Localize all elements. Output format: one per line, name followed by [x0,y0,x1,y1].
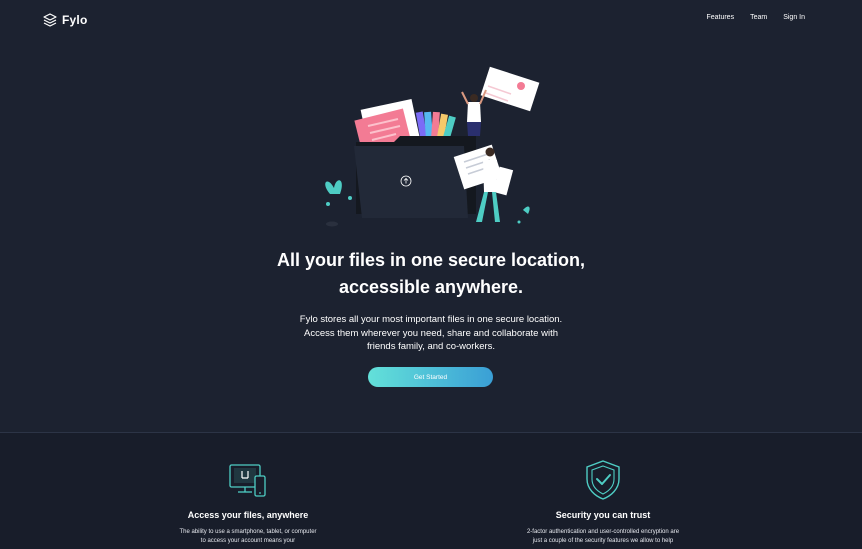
shield-check-icon [586,460,620,500]
hero-description-line-3: friends family, and co-workers. [366,341,496,352]
nav-link-features[interactable]: Features [706,14,734,21]
hero-title-line-2: accessible anywhere. [338,277,524,297]
hero-description: Fylo stores all your most important file… [281,313,581,354]
logo-text: Fylo [62,13,88,27]
logo[interactable]: Fylo [43,12,87,28]
main-nav: Features Team Sign In [690,14,805,21]
hero-description-line-1: Fylo stores all your most important file… [299,314,563,325]
stack-logo-icon [43,13,57,27]
feature-description-line-2: just a couple of the security features w… [532,537,674,544]
nav-link-team[interactable]: Team [750,14,767,21]
feature-description-line-1: 2-factor authentication and user-control… [526,529,680,535]
feature-description: The ability to use a smartphone, tablet,… [168,528,328,545]
features-section [0,433,862,549]
hero-title: All your files in one secure location, a… [231,247,631,301]
devices-icon [229,464,266,497]
hero-illustration [325,66,540,227]
get-started-button[interactable]: Get Started [368,367,493,387]
feature-description: 2-factor authentication and user-control… [523,528,683,545]
feature-access-anywhere: Access your files, anywhere The ability … [148,459,348,545]
feature-security: Security you can trust 2-factor authenti… [503,459,703,545]
feature-description-line-2: to access your account means your [200,537,296,544]
hero-title-line-1: All your files in one secure location, [276,250,586,270]
feature-description-line-1: The ability to use a smartphone, tablet,… [179,529,317,535]
feature-title: Security you can trust [555,510,651,520]
nav-link-sign-in[interactable]: Sign In [783,14,805,21]
hero-description-line-2: Access them wherever you need, share and… [304,327,558,339]
feature-title: Access your files, anywhere [187,510,309,520]
